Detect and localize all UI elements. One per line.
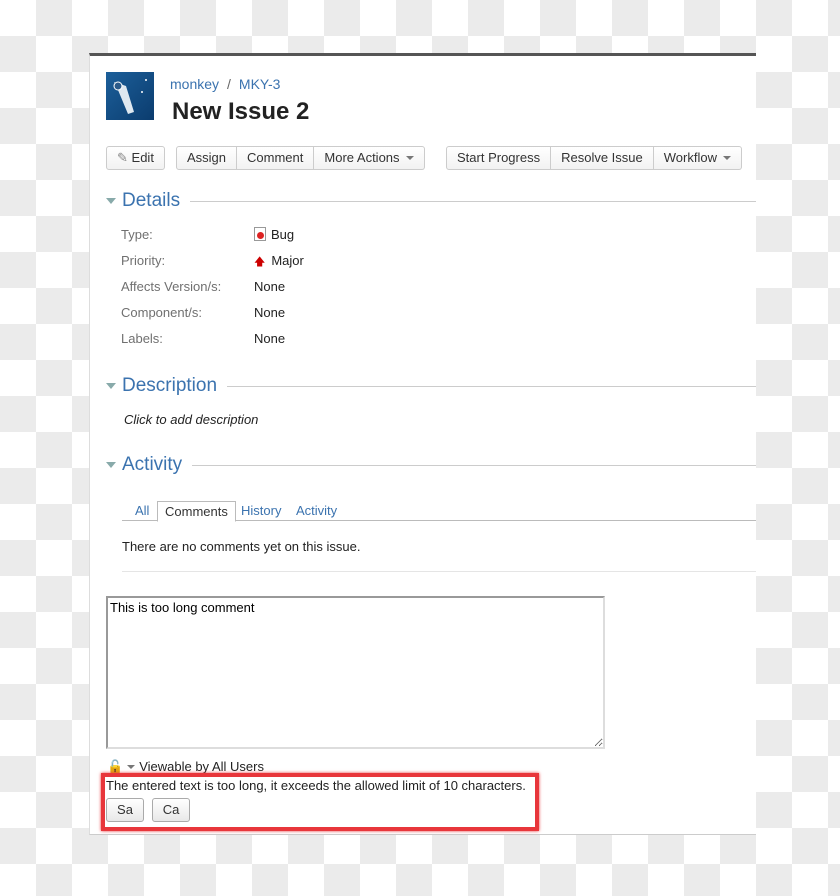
affects-versions-value: None [254, 279, 286, 294]
issue-panel: monkey / MKY-3 New Issue 2 ✎ Edit Assign C… [89, 53, 756, 835]
cancel-button[interactable]: Ca [152, 798, 190, 822]
activity-tabs: All Comments History Activity [122, 501, 756, 522]
actions-group: Assign Comment More Actions [176, 146, 425, 170]
divider [122, 571, 756, 572]
visibility-label: Viewable by All Users [139, 759, 264, 774]
collapse-icon [106, 462, 116, 473]
chevron-down-icon [127, 765, 136, 773]
project-link[interactable]: monkey [170, 76, 219, 92]
description-header[interactable]: Description [106, 374, 756, 398]
labels-label: Labels: [121, 331, 163, 346]
save-button[interactable]: Sa [106, 798, 144, 822]
chevron-down-icon [722, 156, 731, 164]
start-progress-button[interactable]: Start Progress [446, 146, 552, 170]
page-title: New Issue 2 [172, 98, 310, 125]
type-label: Type: [121, 227, 153, 242]
breadcrumb-separator: / [227, 76, 231, 92]
edit-label: Edit [131, 150, 154, 165]
tab-comments[interactable]: Comments [157, 501, 236, 522]
type-text: Bug [271, 227, 295, 242]
error-message: The entered text is too long, it exceeds… [106, 778, 526, 793]
description-placeholder[interactable]: Click to add description [124, 412, 258, 427]
components-label: Component/s: [121, 305, 202, 320]
tab-activity[interactable]: Activity [289, 501, 344, 522]
labels-value: None [254, 331, 286, 346]
description-heading: Description [122, 375, 218, 396]
priority-text: Major [271, 253, 304, 268]
details-header[interactable]: Details [106, 189, 756, 213]
edit-group: ✎ Edit [106, 146, 165, 170]
tab-history[interactable]: History [234, 501, 288, 522]
resolve-issue-button[interactable]: Resolve Issue [551, 146, 654, 170]
priority-label: Priority: [121, 253, 166, 268]
workflow-button[interactable]: Workflow [653, 146, 742, 170]
workflow-group: Start Progress Resolve Issue Workflow [446, 146, 742, 170]
unlock-icon: 🔓 [107, 759, 124, 774]
components-value: None [254, 305, 286, 320]
type-value: Bug [254, 227, 294, 242]
breadcrumb: monkey / MKY-3 [170, 76, 280, 92]
priority-major-icon: 🡅 [254, 256, 266, 268]
activity-heading: Activity [122, 454, 183, 475]
comment-textarea[interactable]: This is too long comment [106, 596, 605, 749]
project-avatar [106, 72, 154, 120]
error-highlight: The entered text is too long, it exceeds… [101, 773, 539, 831]
pencil-icon: ✎ [117, 150, 128, 165]
edit-button[interactable]: ✎ Edit [106, 146, 165, 170]
priority-value: 🡅 Major [254, 253, 304, 272]
more-actions-button[interactable]: More Actions [314, 146, 425, 170]
more-actions-label: More Actions [324, 150, 400, 165]
rocket-icon [113, 79, 147, 114]
bug-icon [254, 227, 266, 241]
collapse-icon [106, 198, 116, 209]
workflow-label: Workflow [663, 150, 717, 165]
no-comments-message: There are no comments yet on this issue. [122, 539, 361, 554]
affects-versions-label: Affects Version/s: [121, 279, 222, 294]
activity-header[interactable]: Activity [106, 453, 756, 477]
collapse-icon [106, 383, 116, 394]
chevron-down-icon [405, 156, 414, 164]
details-heading: Details [122, 190, 181, 211]
issue-key-link[interactable]: MKY-3 [239, 76, 281, 92]
comment-button[interactable]: Comment [237, 146, 315, 170]
assign-button[interactable]: Assign [176, 146, 238, 170]
tab-all[interactable]: All [128, 501, 156, 522]
